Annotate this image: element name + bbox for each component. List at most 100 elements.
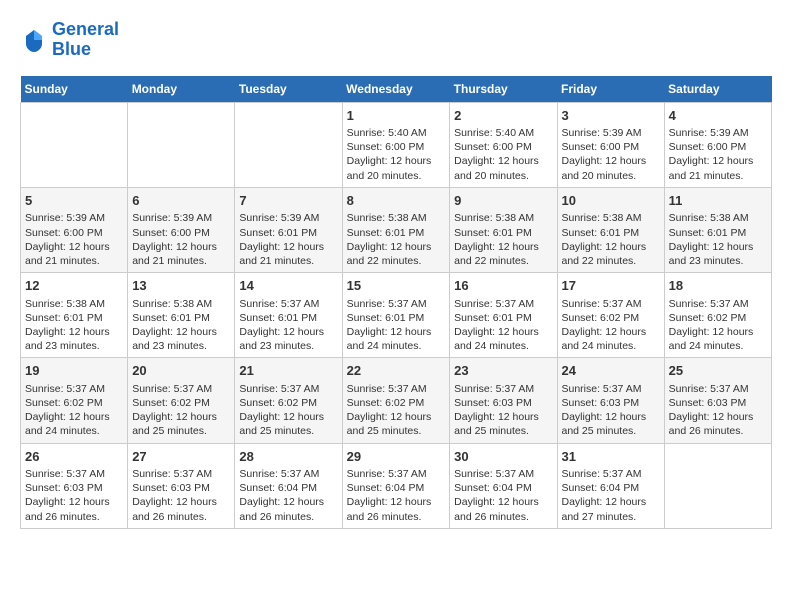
day-cell: 2Sunrise: 5:40 AM Sunset: 6:00 PM Daylig…	[450, 102, 557, 187]
day-number: 3	[562, 107, 660, 125]
day-info: Sunrise: 5:37 AM Sunset: 6:03 PM Dayligh…	[454, 382, 552, 439]
day-cell: 15 Sunrise: 5:37 AM Sunset: 6:01 PM Dayli…	[342, 273, 450, 358]
day-cell: 1Sunrise: 5:40 AM Sunset: 6:00 PM Daylig…	[342, 102, 450, 187]
day-cell: 16Sunrise: 5:37 AM Sunset: 6:01 PM Dayli…	[450, 273, 557, 358]
day-number: 6	[132, 192, 230, 210]
day-cell: 31Sunrise: 5:37 AM Sunset: 6:04 PM Dayli…	[557, 443, 664, 528]
day-info: Sunrise: 5:38 AM Sunset: 6:01 PM Dayligh…	[132, 297, 230, 354]
day-number: 2	[454, 107, 552, 125]
day-info: Sunrise: 5:37 AM Sunset: 6:03 PM Dayligh…	[25, 467, 123, 524]
day-cell: 7Sunrise: 5:39 AM Sunset: 6:01 PM Daylig…	[235, 187, 342, 272]
calendar-table: SundayMondayTuesdayWednesdayThursdayFrid…	[20, 76, 772, 529]
day-info: Sunrise: 5:37 AM Sunset: 6:04 PM Dayligh…	[454, 467, 552, 524]
day-number: 24	[562, 362, 660, 380]
col-header-monday: Monday	[128, 76, 235, 103]
day-number: 30	[454, 448, 552, 466]
day-cell: 19 Sunrise: 5:37 AM Sunset: 6:02 PM Dayli…	[21, 358, 128, 443]
day-cell	[664, 443, 771, 528]
day-number: 15	[347, 277, 446, 295]
day-number: 25	[669, 362, 767, 380]
day-number: 13	[132, 277, 230, 295]
day-number: 23	[454, 362, 552, 380]
col-header-saturday: Saturday	[664, 76, 771, 103]
day-cell: 10Sunrise: 5:38 AM Sunset: 6:01 PM Dayli…	[557, 187, 664, 272]
day-number: 18	[669, 277, 767, 295]
week-row-5: 26Sunrise: 5:37 AM Sunset: 6:03 PM Dayli…	[21, 443, 772, 528]
col-header-tuesday: Tuesday	[235, 76, 342, 103]
day-info: Sunrise: 5:37 AM Sunset: 6:03 PM Dayligh…	[562, 382, 660, 439]
col-header-thursday: Thursday	[450, 76, 557, 103]
day-cell: 23 Sunrise: 5:37 AM Sunset: 6:03 PM Dayli…	[450, 358, 557, 443]
day-cell: 21 Sunrise: 5:37 AM Sunset: 6:02 PM Dayli…	[235, 358, 342, 443]
day-info: Sunrise: 5:40 AM Sunset: 6:00 PM Dayligh…	[347, 126, 446, 183]
day-cell	[21, 102, 128, 187]
day-cell: 14 Sunrise: 5:37 AM Sunset: 6:01 PM Dayli…	[235, 273, 342, 358]
day-info: Sunrise: 5:39 AM Sunset: 6:01 PM Dayligh…	[239, 211, 337, 268]
day-info: Sunrise: 5:37 AM Sunset: 6:02 PM Dayligh…	[347, 382, 446, 439]
day-info: Sunrise: 5:37 AM Sunset: 6:04 PM Dayligh…	[347, 467, 446, 524]
day-cell: 8Sunrise: 5:38 AM Sunset: 6:01 PM Daylig…	[342, 187, 450, 272]
day-number: 31	[562, 448, 660, 466]
day-cell: 24 Sunrise: 5:37 AM Sunset: 6:03 PM Dayli…	[557, 358, 664, 443]
day-info: Sunrise: 5:37 AM Sunset: 6:02 PM Dayligh…	[132, 382, 230, 439]
day-info: Sunrise: 5:37 AM Sunset: 6:01 PM Dayligh…	[454, 297, 552, 354]
day-info: Sunrise: 5:38 AM Sunset: 6:01 PM Dayligh…	[454, 211, 552, 268]
day-info: Sunrise: 5:38 AM Sunset: 6:01 PM Dayligh…	[347, 211, 446, 268]
day-info: Sunrise: 5:37 AM Sunset: 6:01 PM Dayligh…	[239, 297, 337, 354]
day-number: 7	[239, 192, 337, 210]
day-cell: 18 Sunrise: 5:37 AM Sunset: 6:02 PM Dayli…	[664, 273, 771, 358]
day-info: Sunrise: 5:39 AM Sunset: 6:00 PM Dayligh…	[25, 211, 123, 268]
day-cell: 17 Sunrise: 5:37 AM Sunset: 6:02 PM Dayli…	[557, 273, 664, 358]
day-cell: 30Sunrise: 5:37 AM Sunset: 6:04 PM Dayli…	[450, 443, 557, 528]
day-number: 11	[669, 192, 767, 210]
header-row: SundayMondayTuesdayWednesdayThursdayFrid…	[21, 76, 772, 103]
week-row-2: 5Sunrise: 5:39 AM Sunset: 6:00 PM Daylig…	[21, 187, 772, 272]
day-cell: 4Sunrise: 5:39 AM Sunset: 6:00 PM Daylig…	[664, 102, 771, 187]
day-info: Sunrise: 5:37 AM Sunset: 6:02 PM Dayligh…	[239, 382, 337, 439]
day-cell	[235, 102, 342, 187]
week-row-3: 12 Sunrise: 5:38 AM Sunset: 6:01 PM Dayli…	[21, 273, 772, 358]
logo-icon	[20, 26, 48, 54]
col-header-wednesday: Wednesday	[342, 76, 450, 103]
day-number: 20	[132, 362, 230, 380]
day-cell: 12 Sunrise: 5:38 AM Sunset: 6:01 PM Dayli…	[21, 273, 128, 358]
day-cell: 6Sunrise: 5:39 AM Sunset: 6:00 PM Daylig…	[128, 187, 235, 272]
day-cell	[128, 102, 235, 187]
day-number: 17	[562, 277, 660, 295]
day-number: 14	[239, 277, 337, 295]
day-info: Sunrise: 5:39 AM Sunset: 6:00 PM Dayligh…	[132, 211, 230, 268]
day-info: Sunrise: 5:37 AM Sunset: 6:01 PM Dayligh…	[347, 297, 446, 354]
day-cell: 25Sunrise: 5:37 AM Sunset: 6:03 PM Dayli…	[664, 358, 771, 443]
day-info: Sunrise: 5:38 AM Sunset: 6:01 PM Dayligh…	[669, 211, 767, 268]
day-number: 5	[25, 192, 123, 210]
day-number: 21	[239, 362, 337, 380]
week-row-1: 1Sunrise: 5:40 AM Sunset: 6:00 PM Daylig…	[21, 102, 772, 187]
day-info: Sunrise: 5:37 AM Sunset: 6:02 PM Dayligh…	[25, 382, 123, 439]
day-cell: 9Sunrise: 5:38 AM Sunset: 6:01 PM Daylig…	[450, 187, 557, 272]
day-info: Sunrise: 5:37 AM Sunset: 6:02 PM Dayligh…	[669, 297, 767, 354]
day-cell: 11Sunrise: 5:38 AM Sunset: 6:01 PM Dayli…	[664, 187, 771, 272]
day-number: 26	[25, 448, 123, 466]
day-number: 19	[25, 362, 123, 380]
day-cell: 28Sunrise: 5:37 AM Sunset: 6:04 PM Dayli…	[235, 443, 342, 528]
day-number: 12	[25, 277, 123, 295]
day-cell: 26Sunrise: 5:37 AM Sunset: 6:03 PM Dayli…	[21, 443, 128, 528]
col-header-sunday: Sunday	[21, 76, 128, 103]
day-cell: 29Sunrise: 5:37 AM Sunset: 6:04 PM Dayli…	[342, 443, 450, 528]
day-number: 8	[347, 192, 446, 210]
day-number: 1	[347, 107, 446, 125]
day-info: Sunrise: 5:40 AM Sunset: 6:00 PM Dayligh…	[454, 126, 552, 183]
page-header: General Blue	[20, 20, 772, 60]
day-info: Sunrise: 5:39 AM Sunset: 6:00 PM Dayligh…	[562, 126, 660, 183]
day-cell: 5Sunrise: 5:39 AM Sunset: 6:00 PM Daylig…	[21, 187, 128, 272]
day-number: 10	[562, 192, 660, 210]
day-cell: 13 Sunrise: 5:38 AM Sunset: 6:01 PM Dayli…	[128, 273, 235, 358]
day-info: Sunrise: 5:37 AM Sunset: 6:02 PM Dayligh…	[562, 297, 660, 354]
day-info: Sunrise: 5:38 AM Sunset: 6:01 PM Dayligh…	[25, 297, 123, 354]
day-cell: 20 Sunrise: 5:37 AM Sunset: 6:02 PM Dayli…	[128, 358, 235, 443]
day-info: Sunrise: 5:37 AM Sunset: 6:04 PM Dayligh…	[239, 467, 337, 524]
day-number: 28	[239, 448, 337, 466]
day-info: Sunrise: 5:37 AM Sunset: 6:03 PM Dayligh…	[132, 467, 230, 524]
logo-text: General Blue	[52, 20, 119, 60]
day-info: Sunrise: 5:37 AM Sunset: 6:04 PM Dayligh…	[562, 467, 660, 524]
